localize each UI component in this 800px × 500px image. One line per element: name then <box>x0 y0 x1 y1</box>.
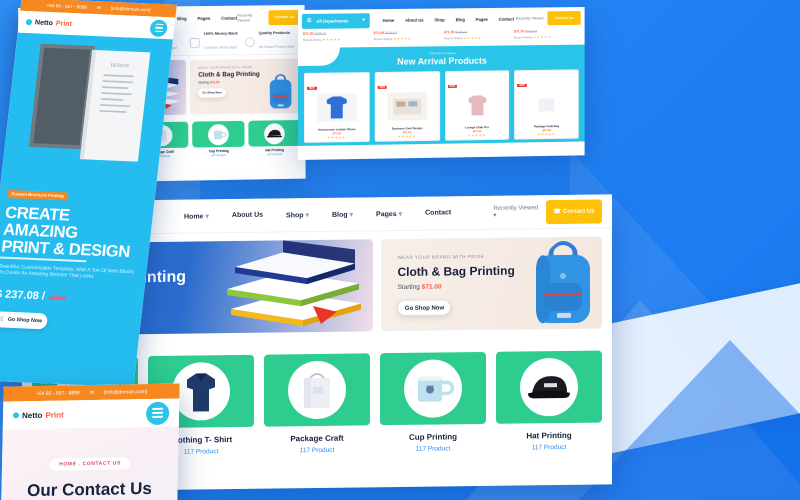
contact-us-button[interactable]: Contact Us <box>547 10 581 26</box>
nav-item-contact[interactable]: Contact <box>499 16 514 21</box>
photo-card-image <box>387 92 427 121</box>
nav-item-contact[interactable]: Contact <box>221 15 237 20</box>
phone-number: +64 66 - 567 - 8899 <box>46 2 88 10</box>
white-box-image <box>526 90 567 119</box>
go-shop-now-button[interactable]: Go Shop Now <box>198 88 226 98</box>
chevron-down-icon: ▾ <box>305 211 309 219</box>
blue-backpack-illustration <box>269 74 292 109</box>
category-card[interactable]: Cup Printing 117 Product <box>192 120 245 158</box>
blue-backpack-illustration <box>536 240 590 324</box>
black-cap-icon <box>267 129 282 138</box>
email-address: [info@domain.com] <box>103 388 148 396</box>
pink-shirt-image <box>457 91 497 120</box>
rating-cell: $71.00 $105.41 Buyers Rating ★★★★★ <box>514 29 552 40</box>
nav-links: Home About Us Shop Blog Pages Contact <box>383 16 516 22</box>
recently-viewed-link[interactable]: Recently Viewed <box>237 12 264 22</box>
nav-item-pages[interactable]: Pages <box>198 15 211 20</box>
recently-viewed-link[interactable]: Recently Viewed <box>516 16 544 20</box>
hamburger-menu-button[interactable] <box>149 18 169 37</box>
category-card-cup[interactable]: Cup Printing 117 Product <box>380 351 486 453</box>
nav-item-blog[interactable]: Blog <box>456 17 465 22</box>
all-departments-label: All Departments <box>316 17 349 24</box>
hero-slide-cloth[interactable]: WEAR YOUR BRAND WITH PRIDE Cloth & Bag P… <box>190 58 301 115</box>
tablet-hero-copy: Custom Brochure Printing CREATE AMAZING … <box>0 182 150 333</box>
hamburger-menu-button[interactable] <box>145 401 170 425</box>
go-shop-now-button[interactable]: 🛒 Go Shop Now <box>0 310 49 330</box>
product-card[interactable]: NEW Business Card Design $71.00 ★★★★★ <box>374 71 440 142</box>
chevron-down-icon: ▾ <box>398 210 403 218</box>
contact-us-button[interactable]: Contact Us <box>268 9 301 25</box>
product-card[interactable]: NEW Lounge Chair Pro $71.00 ★★★★★ <box>444 70 510 141</box>
hamburger-icon: ☰ <box>306 17 312 24</box>
product-card[interactable]: NEW Package Craft Bag $71.00 ★★★★★ <box>514 69 579 140</box>
brand-logo[interactable]: Netto Print <box>12 410 64 420</box>
envelope-icon: ✉ <box>89 389 95 396</box>
chevron-down-icon: ▾ <box>349 211 354 219</box>
navy-shirt-icon <box>187 373 215 412</box>
buyers-rating-label: Buyers Rating ★★★★★ <box>302 37 342 42</box>
nav-item-contact[interactable]: Contact <box>425 209 451 216</box>
all-departments-button[interactable]: ☰ All Departments ▾ <box>301 12 370 29</box>
mockup-window-new-arrivals[interactable]: ☰ All Departments ▾ Home About Us Shop B… <box>298 6 585 160</box>
nav-item-shop[interactable]: Shop <box>434 17 444 22</box>
return-icon <box>189 37 200 48</box>
logo-mark <box>25 19 33 26</box>
breadcrumb: HOME . CONTACT US <box>49 457 131 471</box>
nav-item-about[interactable]: About Us <box>405 17 423 22</box>
phone-number: +64 66 - 567 - 8899 <box>35 389 80 397</box>
brochure-mockup-illustration: DESIGN <box>6 37 166 192</box>
cat-mug-icon <box>418 376 455 402</box>
nav-item-pages[interactable]: Pages ▾ <box>376 209 402 217</box>
nav-item-home[interactable]: Home ▾ <box>184 212 209 220</box>
nav-item-home[interactable]: Home <box>383 17 395 22</box>
chevron-down-icon: ▾ <box>493 212 497 219</box>
email-address: [info@domain.com] <box>110 5 151 13</box>
contact-us-button[interactable]: ☎ Contact Us <box>546 199 602 224</box>
product-card[interactable]: NEW Accessories Leather Shoes $71.00 ★★★… <box>303 72 370 143</box>
envelope-icon: ✉ <box>96 4 102 10</box>
go-shop-now-button[interactable]: Go Shop Now <box>397 299 452 317</box>
nav-item-pages[interactable]: Pages <box>476 16 488 21</box>
mockup-phone-contact-page[interactable]: +64 66 - 567 - 8899 ✉ [info@domain.com] … <box>0 383 180 500</box>
svg-text:DESIGN: DESIGN <box>110 64 129 70</box>
category-card-package[interactable]: Package Craft 117 Product <box>264 353 370 454</box>
contact-us-label: Contact Us <box>562 208 595 215</box>
nav-links: Home ▾ About Us Shop ▾ Blog ▾ Pages ▾ Co… <box>184 208 493 220</box>
black-cap-icon <box>528 376 570 399</box>
rating-cell: $71.00 $105.41 Buyers Rating ★★★★★ <box>373 30 412 42</box>
phone-icon: ☎ <box>553 209 561 216</box>
nav-item-blog[interactable]: Blog ▾ <box>332 210 353 218</box>
category-card[interactable]: Hat Printing 117 Product <box>248 120 301 157</box>
hero-slide-cloth[interactable]: WEAR YOUR BRAND WITH PRIDE Cloth & Bag P… <box>381 236 602 332</box>
nav-item-blog[interactable]: Blog <box>177 16 187 21</box>
rating-cell: $71.00 $105.41 Buyers Rating ★★★★★ <box>303 31 370 42</box>
paper-bag-icon <box>304 373 330 409</box>
brand-logo[interactable]: Netto Print <box>25 19 73 27</box>
mobile-header: Netto Print <box>2 398 180 430</box>
page-banner: HOME . CONTACT US Our Contact Us <box>0 426 179 500</box>
cat-mug-icon <box>213 128 227 139</box>
recently-viewed-link[interactable]: Recently Viewed ▾ <box>493 205 538 219</box>
stacked-books-illustration <box>227 240 362 327</box>
category-card-hat[interactable]: Hat Printing 117 Product <box>496 350 602 452</box>
logo-mark <box>12 412 20 419</box>
nav-item-shop[interactable]: Shop ▾ <box>286 211 309 219</box>
page-title: Our Contact Us <box>26 478 153 500</box>
blue-tshirt-image <box>317 93 358 122</box>
go-shop-now-label: Go Shop Now <box>7 316 43 324</box>
thumbs-up-icon <box>244 36 255 47</box>
rating-cell: $71.00 $105.41 Buyers Rating ★★★★★ <box>444 30 482 41</box>
product-rating-row: $71.00 $105.41 Buyers Rating ★★★★★ $71.0… <box>298 29 585 42</box>
chevron-down-icon: ▾ <box>205 212 209 220</box>
nav-item-about[interactable]: About Us <box>232 212 263 219</box>
feature-item: Quality Products We Ensure Product Value <box>244 30 300 51</box>
feature-item: 100% Money Back Customers Money Back <box>189 30 245 52</box>
new-arrival-section: 100% Best Products New Arrival Products … <box>298 44 585 146</box>
new-arrival-product-grid: NEW Accessories Leather Shoes $71.00 ★★★… <box>298 64 585 143</box>
cart-icon: 🛒 <box>0 315 6 323</box>
chevron-down-icon: ▾ <box>362 17 365 24</box>
